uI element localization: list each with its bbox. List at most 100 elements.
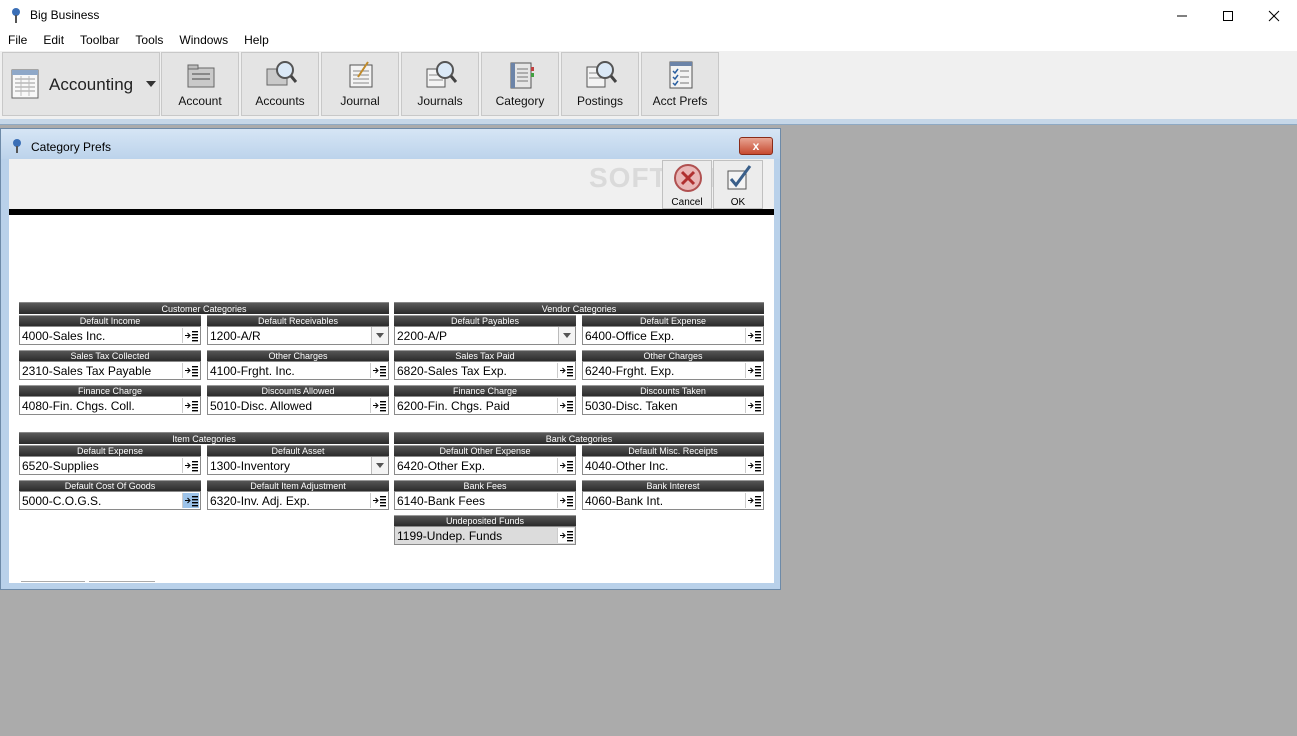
bank-interest-field[interactable]: 4060-Bank Int. (582, 491, 764, 510)
chevron-down-icon[interactable] (371, 327, 388, 344)
ok-button[interactable]: OK (713, 160, 763, 209)
journals-button-label: Journals (417, 94, 463, 108)
default-payables-select[interactable]: 2200-A/P (394, 326, 576, 345)
default-receivables-select[interactable]: 1200-A/R (207, 326, 389, 345)
journal-button[interactable]: Journal (321, 52, 399, 116)
default-item-adjustment-label: Default Item Adjustment (207, 480, 389, 491)
default-misc-receipts-field[interactable]: 4040-Other Inc. (582, 456, 764, 475)
cancel-icon (674, 164, 702, 192)
lookup-list-icon[interactable] (557, 398, 574, 413)
menu-file[interactable]: File (0, 31, 35, 51)
dialog-content: Customer Categories Default Income 4000-… (9, 215, 774, 583)
window-title: Big Business (30, 8, 100, 22)
checkmark-icon (727, 165, 752, 190)
menu-edit[interactable]: Edit (35, 31, 72, 51)
acct-prefs-button[interactable]: Acct Prefs (641, 52, 719, 116)
checklist-icon (669, 61, 693, 89)
default-asset-label: Default Asset (207, 445, 389, 456)
discounts-taken-label: Discounts Taken (582, 385, 764, 396)
minimize-button[interactable] (1159, 0, 1205, 31)
lookup-list-icon[interactable] (745, 363, 762, 378)
postings-search-icon (586, 61, 617, 88)
default-income-field[interactable]: 4000-Sales Inc. (19, 326, 201, 345)
default-cogs-field[interactable]: 5000-C.O.G.S. (19, 491, 201, 510)
default-receivables-label: Default Receivables (207, 315, 389, 326)
sales-tax-collected-field[interactable]: 2310-Sales Tax Payable (19, 361, 201, 380)
sales-tax-paid-field[interactable]: 6820-Sales Tax Exp. (394, 361, 576, 380)
item-default-expense-field[interactable]: 6520-Supplies (19, 456, 201, 475)
lookup-list-icon[interactable] (745, 328, 762, 343)
default-receivables-value: 1200-A/R (210, 329, 261, 343)
default-asset-select[interactable]: 1300-Inventory (207, 456, 389, 475)
item-default-expense-value: 6520-Supplies (22, 459, 99, 473)
lookup-list-icon[interactable] (370, 398, 387, 413)
chevron-down-icon[interactable] (146, 81, 156, 87)
lookup-list-icon[interactable] (182, 328, 199, 343)
discounts-allowed-field[interactable]: 5010-Disc. Allowed (207, 396, 389, 415)
lookup-list-icon[interactable] (370, 493, 387, 508)
customer-finance-charge-field[interactable]: 4080-Fin. Chgs. Coll. (19, 396, 201, 415)
default-misc-receipts-label: Default Misc. Receipts (582, 445, 764, 456)
bank-fees-field[interactable]: 6140-Bank Fees (394, 491, 576, 510)
account-button[interactable]: Account (161, 52, 239, 116)
lookup-list-icon[interactable] (557, 493, 574, 508)
module-label: Accounting (49, 75, 134, 94)
accounts-button[interactable]: Accounts (241, 52, 319, 116)
sales-tax-paid-label: Sales Tax Paid (394, 350, 576, 361)
discounts-allowed-value: 5010-Disc. Allowed (210, 399, 313, 413)
customer-other-charges-field[interactable]: 4100-Frght. Inc. (207, 361, 389, 380)
module-selector[interactable]: Accounting (2, 52, 160, 116)
lookup-list-icon[interactable] (182, 458, 199, 473)
vendor-other-charges-value: 6240-Frght. Exp. (585, 364, 675, 378)
vendor-categories-header: Vendor Categories (394, 302, 764, 314)
lookup-list-icon[interactable] (557, 528, 574, 543)
customer-finance-charge-value: 4080-Fin. Chgs. Coll. (22, 399, 135, 413)
vendor-other-charges-label: Other Charges (582, 350, 764, 361)
dialog-body: SOFTPEDIA Cancel OK Customer Categor (9, 159, 774, 583)
chevron-down-icon[interactable] (558, 327, 575, 344)
lookup-list-icon[interactable] (182, 398, 199, 413)
close-window-button[interactable] (1251, 0, 1297, 31)
cancel-button[interactable]: Cancel (662, 160, 712, 209)
menu-help[interactable]: Help (236, 31, 277, 51)
lookup-list-icon[interactable] (557, 458, 574, 473)
lookup-list-icon[interactable] (745, 493, 762, 508)
category-prefs-dialog: Category Prefs x SOFTPEDIA Cancel OK (0, 128, 781, 590)
hidden-button-edge[interactable] (89, 581, 155, 583)
bank-fees-value: 6140-Bank Fees (397, 494, 486, 508)
lookup-list-icon[interactable] (370, 363, 387, 378)
lookup-list-icon[interactable] (745, 398, 762, 413)
lookup-list-icon[interactable] (557, 363, 574, 378)
bank-interest-value: 4060-Bank Int. (585, 494, 664, 508)
vendor-finance-charge-value: 6200-Fin. Chgs. Paid (397, 399, 510, 413)
menu-toolbar[interactable]: Toolbar (72, 31, 127, 51)
postings-button[interactable]: Postings (561, 52, 639, 116)
vendor-finance-charge-field[interactable]: 6200-Fin. Chgs. Paid (394, 396, 576, 415)
vendor-other-charges-field[interactable]: 6240-Frght. Exp. (582, 361, 764, 380)
customer-categories-header: Customer Categories (19, 302, 389, 314)
undeposited-funds-field[interactable]: 1199-Undep. Funds (394, 526, 576, 545)
vendor-default-expense-field[interactable]: 6400-Office Exp. (582, 326, 764, 345)
lookup-list-icon[interactable] (182, 363, 199, 378)
discounts-taken-field[interactable]: 5030-Disc. Taken (582, 396, 764, 415)
default-income-label: Default Income (19, 315, 201, 326)
category-button[interactable]: Category (481, 52, 559, 116)
toolbar-divider (0, 119, 1297, 125)
journals-button[interactable]: Journals (401, 52, 479, 116)
lookup-list-icon[interactable] (182, 493, 199, 508)
default-item-adjustment-field[interactable]: 6320-Inv. Adj. Exp. (207, 491, 389, 510)
acct-prefs-button-label: Acct Prefs (652, 94, 708, 108)
menu-tools[interactable]: Tools (127, 31, 171, 51)
dialog-close-button[interactable]: x (739, 137, 773, 155)
item-default-expense-label: Default Expense (19, 445, 201, 456)
menu-windows[interactable]: Windows (171, 31, 236, 51)
customer-other-charges-label: Other Charges (207, 350, 389, 361)
default-other-expense-value: 6420-Other Exp. (397, 459, 486, 473)
hidden-button-edge[interactable] (21, 581, 85, 583)
chevron-down-icon[interactable] (371, 457, 388, 474)
dialog-action-bar: SOFTPEDIA Cancel OK (9, 159, 774, 209)
default-cogs-label: Default Cost Of Goods (19, 480, 201, 491)
maximize-button[interactable] (1205, 0, 1251, 31)
default-other-expense-field[interactable]: 6420-Other Exp. (394, 456, 576, 475)
lookup-list-icon[interactable] (745, 458, 762, 473)
